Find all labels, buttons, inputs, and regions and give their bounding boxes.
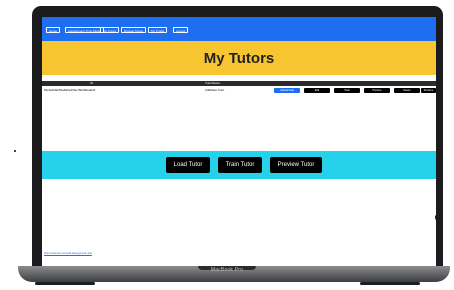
table-header: ID TutorName [42, 81, 436, 86]
nav-appointment[interactable]: Appointment Time Model [65, 27, 105, 33]
laptop-foot-left [35, 282, 95, 285]
laptop-foot-right [360, 282, 420, 285]
upload-data-button[interactable]: Upload Data [274, 88, 300, 93]
status-link[interactable]: https://example.com/edit-data-gpt-tutor-… [44, 252, 92, 255]
train-tutor-button[interactable]: Train Tutor [218, 157, 262, 173]
header-tutor-name: TutorName [205, 81, 220, 85]
mouse-cursor-icon [433, 214, 436, 220]
row-id: 69cbe8d3253a5d6e30be78d266ead41 [44, 88, 96, 92]
nav-my-profile[interactable]: My Profile [148, 27, 168, 33]
nav-browse-tutors[interactable]: Browse Tutors [121, 27, 147, 33]
nav-home[interactable]: Home [46, 27, 61, 33]
action-band: Load Tutor Train Tutor Preview Tutor [42, 151, 436, 179]
nav-my-tutors[interactable]: My Tutors [100, 27, 120, 33]
preview-button[interactable]: Preview [364, 88, 390, 93]
background-dot [14, 150, 16, 152]
preview-tutor-button[interactable]: Preview Tutor [270, 157, 322, 173]
train-button[interactable]: Train [334, 88, 360, 93]
delete-button[interactable]: Delete [394, 88, 420, 93]
rename-button[interactable]: Rename [421, 88, 436, 93]
row-tutor-name: AddData Tutor [205, 88, 225, 92]
page-banner: My Tutors [42, 41, 436, 75]
header-id: ID [90, 81, 93, 85]
device-brand: MacBook Pro [210, 267, 244, 273]
app-screen: Home Appointment Time Model My Tutors Br… [42, 17, 436, 266]
laptop-frame: Home Appointment Time Model My Tutors Br… [0, 0, 454, 290]
load-tutor-button[interactable]: Load Tutor [166, 157, 210, 173]
nav-logout[interactable]: Logout [173, 27, 189, 33]
page-title: My Tutors [203, 49, 275, 67]
edit-button[interactable]: Edit [304, 88, 330, 93]
top-nav: Home Appointment Time Model My Tutors Br… [42, 17, 436, 41]
